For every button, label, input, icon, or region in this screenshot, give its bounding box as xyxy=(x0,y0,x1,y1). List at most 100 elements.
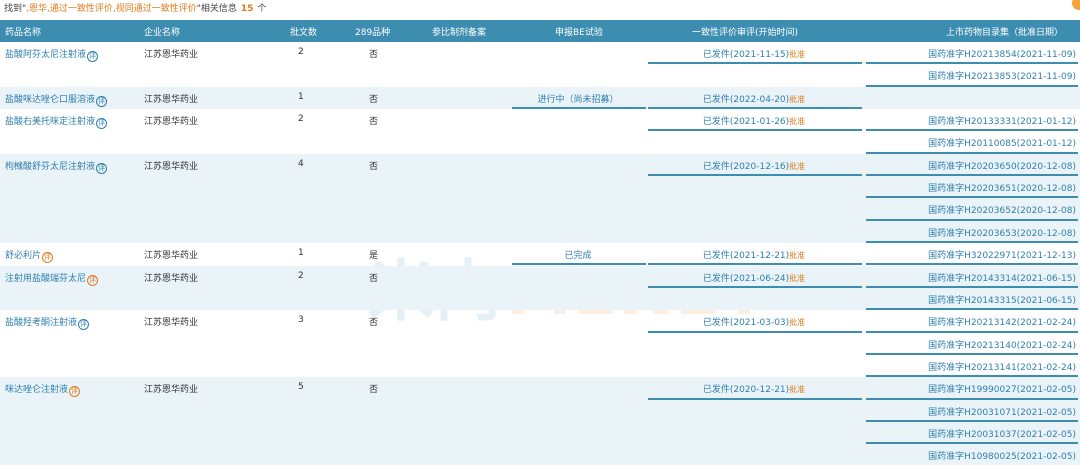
col-header-reference[interactable]: 参比制剂备案 xyxy=(432,25,486,38)
consistency-review-link[interactable]: 已发件(2021-06-24)批准 xyxy=(646,271,862,284)
consistency-review-link[interactable]: 已发件(2021-03-03)批准 xyxy=(646,315,862,328)
approval-number-link[interactable]: 国药准字H10980025(2021-02-05) xyxy=(864,449,1076,462)
approval-divider xyxy=(866,174,1078,177)
approval-number-link[interactable]: 国药准字H20133331(2021-01-12) xyxy=(864,114,1076,127)
approval-number-link[interactable]: 国药准字H20143314(2021-06-15) xyxy=(864,271,1076,284)
table-row[interactable]: 盐酸羟考酮注射液评江苏恩华药业 3 否已发件(2021-03-03)批准 国药准字H2… xyxy=(0,310,1080,378)
consistency-status-badge: 批准 xyxy=(789,94,806,104)
consistency-review-date[interactable]: 已发件(2022-04-20) xyxy=(703,95,789,105)
batch-count: 4 xyxy=(298,158,304,169)
evaluation-badge-icon: 评 xyxy=(96,95,108,107)
col-header-be-trial[interactable]: 申报BE试验 xyxy=(555,25,603,38)
approval-number-link[interactable]: 国药准字H20203653(2020-12-08) xyxy=(864,226,1076,239)
approval-divider xyxy=(866,285,1078,288)
scroll-top-button[interactable] xyxy=(1072,0,1080,10)
consistency-divider xyxy=(648,285,862,288)
consistency-review-date[interactable]: 已发件(2021-06-24) xyxy=(703,274,789,284)
drug-name-link[interactable]: 盐酸阿芬太尼注射液评 xyxy=(5,47,99,62)
company-name: 江苏恩华药业 xyxy=(144,161,199,172)
batch-count: 5 xyxy=(298,382,304,393)
consistency-review-link[interactable]: 已发件(2020-12-21)批准 xyxy=(646,382,862,395)
drug-name[interactable]: 盐酸右美托咪定注射液 xyxy=(5,117,95,127)
approval-divider xyxy=(866,218,1078,221)
consistency-divider xyxy=(648,330,862,333)
drug-name-link[interactable]: 舒必利片评 xyxy=(5,248,54,264)
batch-count: 1 xyxy=(298,91,304,102)
consistency-review-link[interactable]: 已发件(2021-11-15)批准 xyxy=(646,47,862,60)
approval-divider xyxy=(866,330,1078,333)
col-header-approval[interactable]: 上市药物目录集（批准日期） xyxy=(946,25,1063,38)
table-row[interactable]: 枸橼酸舒芬太尼注射液评江苏恩华药业 4 否已发件(2020-12-16)批准 国药准字… xyxy=(0,153,1080,244)
approval-divider xyxy=(866,397,1078,400)
approval-divider xyxy=(866,196,1078,199)
drug-name[interactable]: 舒必利片 xyxy=(5,251,41,261)
approval-number-link[interactable]: 国药准字H20203650(2020-12-08) xyxy=(864,159,1076,172)
drug-name[interactable]: 盐酸咪达唑仑口服溶液 xyxy=(5,95,95,105)
col-header-consistency[interactable]: 一致性评价审评(开始时间) xyxy=(692,25,798,38)
consistency-review-link[interactable]: 已发件(2020-12-16)批准 xyxy=(646,159,862,172)
evaluation-badge-icon: 评 xyxy=(78,319,90,331)
approval-number-link[interactable]: 国药准字H20031071(2021-02-05) xyxy=(864,405,1076,418)
evaluation-badge-icon: 评 xyxy=(87,51,99,62)
consistency-review-link[interactable]: 已发件(2022-04-20)批准 xyxy=(646,92,862,105)
approval-number-link[interactable]: 国药准字H20203651(2020-12-08) xyxy=(864,181,1076,194)
col-header-batches[interactable]: 批文数 xyxy=(290,25,317,38)
search-summary: 找到",恩华,通过一致性评价,视同通过一致性评价"相关信息 15 个 xyxy=(4,1,266,14)
table-row[interactable]: 盐酸阿芬太尼注射液评江苏恩华药业 2 否已发件(2021-11-15)批准 国药准字H… xyxy=(0,42,1080,87)
evaluation-badge-icon: 评 xyxy=(96,118,108,130)
approval-number-link[interactable]: 国药准字H20143315(2021-06-15) xyxy=(864,293,1076,306)
table-row[interactable]: 咪达唑仑注射液评江苏恩华药业 5 否已发件(2020-12-21)批准 国药准字H19… xyxy=(0,377,1080,465)
summary-suffix: "相关信息 xyxy=(196,4,237,14)
approval-number-link[interactable]: 国药准字H20213854(2021-11-09) xyxy=(864,47,1076,60)
drug-name[interactable]: 盐酸羟考酮注射液 xyxy=(5,318,77,328)
consistency-review-date[interactable]: 已发件(2021-01-26) xyxy=(703,117,789,127)
approval-number-link[interactable]: 国药准字H20213142(2021-02-24) xyxy=(864,315,1076,328)
drug-name[interactable]: 枸橼酸舒芬太尼注射液 xyxy=(5,162,95,172)
batch-count: 3 xyxy=(298,315,304,326)
be-trial-status[interactable]: 已完成 xyxy=(510,248,646,261)
drug-name-link[interactable]: 注射用盐酸瑞芬太尼评 xyxy=(5,271,99,286)
approval-divider xyxy=(866,129,1078,132)
consistency-review-date[interactable]: 已发件(2021-12-21) xyxy=(703,251,789,261)
col-header-company[interactable]: 企业名称 xyxy=(144,25,180,38)
results-table-body: 米内MENET盐酸阿芬太尼注射液评江苏恩华药业2否已发件(2021-11-15)… xyxy=(0,42,1080,465)
be-trial-status[interactable]: 进行中（尚未招募） xyxy=(510,92,646,105)
table-row[interactable]: 盐酸右美托咪定注射液评江苏恩华药业 2 否已发件(2021-01-26)批准 国药准字… xyxy=(0,109,1080,154)
table-row[interactable]: 舒必利片评江苏恩华药业 1 是已完成 已发件(2021-12-21)批准 国药准字H32… xyxy=(0,243,1080,266)
col-header-drug-name[interactable]: 药品名称 xyxy=(5,25,41,38)
col-header-289[interactable]: 289品种 xyxy=(355,25,390,38)
drug-name-link[interactable]: 枸橼酸舒芬太尼注射液评 xyxy=(5,159,108,174)
drug-name-link[interactable]: 盐酸咪达唑仑口服溶液评 xyxy=(5,92,108,107)
approval-number-link[interactable]: 国药准字H32022971(2021-12-13) xyxy=(864,248,1076,261)
consistency-review-date[interactable]: 已发件(2021-03-03) xyxy=(703,318,789,328)
drug-name[interactable]: 盐酸阿芬太尼注射液 xyxy=(5,50,86,60)
company-name: 江苏恩华药业 xyxy=(144,50,199,60)
consistency-divider xyxy=(648,62,862,65)
company-name: 江苏恩华药业 xyxy=(144,273,199,284)
drug-name-link[interactable]: 咪达唑仑注射液评 xyxy=(5,382,81,398)
company-name: 江苏恩华药业 xyxy=(144,94,199,105)
batch-count: 2 xyxy=(298,47,304,57)
table-row[interactable]: 注射用盐酸瑞芬太尼评江苏恩华药业 2 否已发件(2021-06-24)批准 国药准字H… xyxy=(0,265,1080,311)
approval-number-link[interactable]: 国药准字H20031037(2021-02-05) xyxy=(864,427,1076,440)
drug-name[interactable]: 注射用盐酸瑞芬太尼 xyxy=(5,274,86,284)
approval-number-link[interactable]: 国药准字H20110085(2021-01-12) xyxy=(864,136,1076,149)
approval-number-link[interactable]: 国药准字H20213853(2021-11-09) xyxy=(864,69,1076,82)
consistency-review-link[interactable]: 已发件(2021-12-21)批准 xyxy=(646,248,862,261)
consistency-review-date[interactable]: 已发件(2020-12-16) xyxy=(703,162,789,172)
consistency-review-date[interactable]: 已发件(2020-12-21) xyxy=(703,385,789,395)
drug-name-link[interactable]: 盐酸羟考酮注射液评 xyxy=(5,315,90,331)
consistency-review-link[interactable]: 已发件(2021-01-26)批准 xyxy=(646,114,862,127)
approval-number-link[interactable]: 国药准字H20203652(2020-12-08) xyxy=(864,203,1076,216)
table-header: 药品名称 企业名称 批文数 289品种 参比制剂备案 申报BE试验 一致性评价审… xyxy=(0,20,1080,42)
approval-divider xyxy=(866,419,1078,422)
consistency-review-date[interactable]: 已发件(2021-11-15) xyxy=(703,50,789,60)
table-row[interactable]: 盐酸咪达唑仑口服溶液评江苏恩华药业 1 否进行中（尚未招募） 已发件(2022-04-… xyxy=(0,86,1080,110)
approval-number-link[interactable]: 国药准字H20213141(2021-02-24) xyxy=(864,360,1076,373)
approval-number-link[interactable]: 国药准字H20213140(2021-02-24) xyxy=(864,338,1076,351)
approval-number-link[interactable]: 国药准字H19990027(2021-02-05) xyxy=(864,382,1076,395)
drug-name[interactable]: 咪达唑仑注射液 xyxy=(5,385,68,395)
is-289-flag: 否 xyxy=(369,318,379,329)
batch-count: 2 xyxy=(298,114,304,125)
drug-name-link[interactable]: 盐酸右美托咪定注射液评 xyxy=(5,114,108,130)
